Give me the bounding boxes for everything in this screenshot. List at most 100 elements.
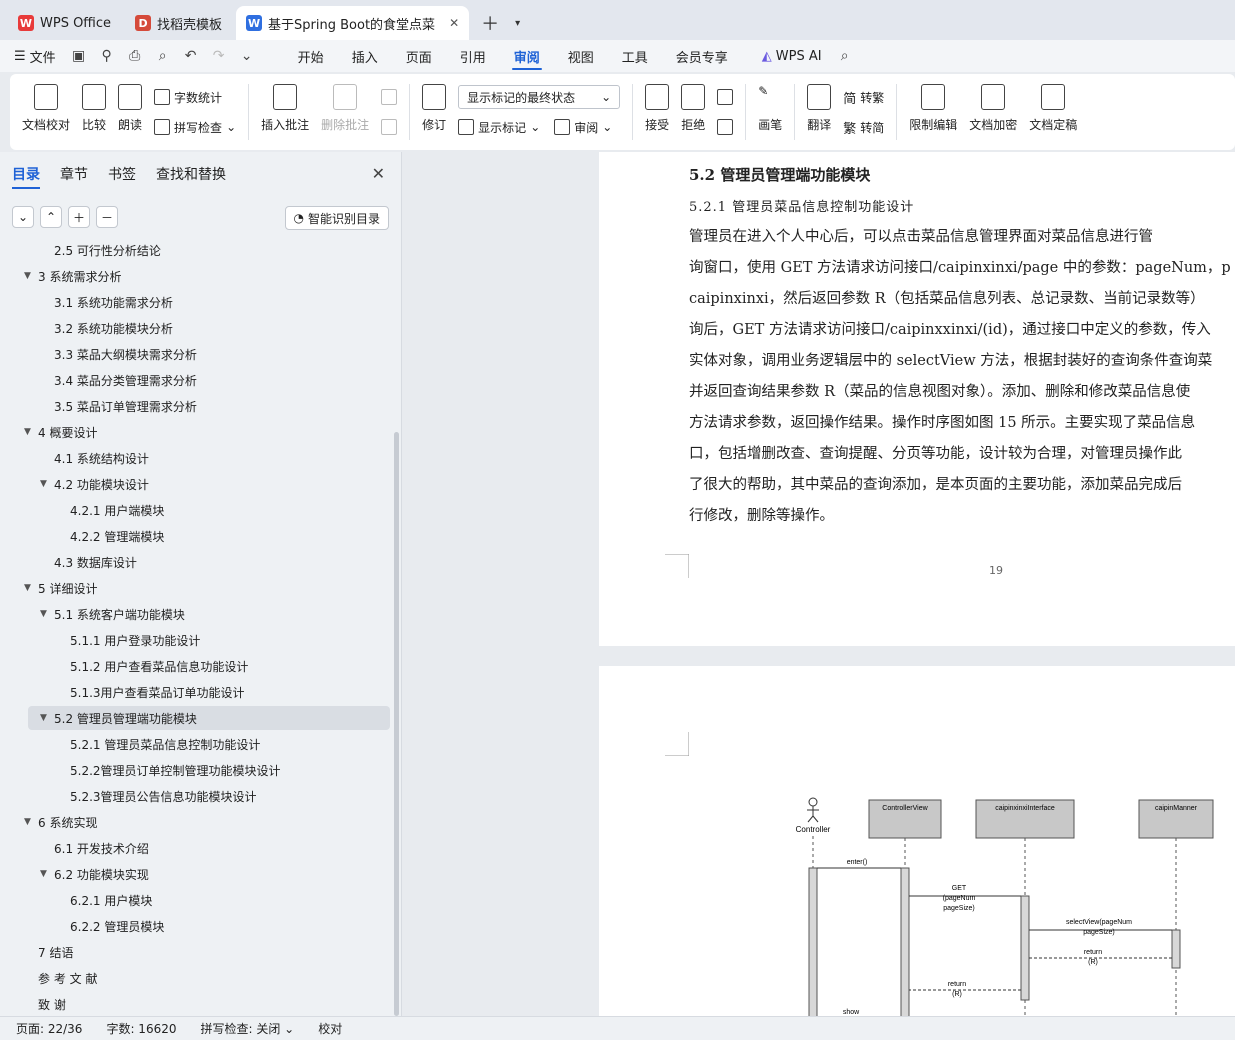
new-tab-button[interactable]: ＋ [473,6,507,40]
toc-item[interactable]: ▼ 6 系统实现 [24,810,97,834]
toc-item[interactable]: 3.1 系统功能需求分析 [40,290,173,314]
expand-triangle-icon[interactable]: ▼ [24,271,38,281]
nav-tab-bookmarks[interactable]: 书签 [108,164,136,189]
toc-item[interactable]: 4.1 系统结构设计 [40,446,149,470]
toc-item[interactable]: 5.2.2管理员订单控制管理功能模块设计 [56,758,281,782]
track-changes-button[interactable]: 修订 [416,78,452,146]
toc-item[interactable]: 5.1.3用户查看菜品订单功能设计 [56,680,245,704]
toc-item[interactable]: 3.4 菜品分类管理需求分析 [40,368,197,392]
close-icon[interactable]: ✕ [372,164,385,183]
add-icon[interactable]: ＋ [68,206,90,228]
reject-button[interactable]: 拒绝 [675,78,711,146]
undo-icon[interactable]: ↶ [182,47,200,65]
finalize-button[interactable]: 文档定稿 [1023,78,1083,146]
toc-item[interactable]: 5.2.1 管理员菜品信息控制功能设计 [56,732,260,756]
smart-toc-button[interactable]: ◔ 智能识别目录 [284,206,389,230]
page-indicator[interactable]: 页面: 22/36 [16,1020,82,1037]
toc-item[interactable]: 5.1.2 用户查看菜品信息功能设计 [56,654,248,678]
spell-check-status[interactable]: 拼写检查: 关闭 ⌄ [201,1020,295,1037]
file-menu[interactable]: ☰ 文件 [14,47,56,66]
to-traditional-button[interactable]: 简转繁 [843,84,884,110]
tab-review[interactable]: 审阅 [500,40,554,72]
toc-item[interactable]: 5.1.1 用户登录功能设计 [56,628,200,652]
restrict-edit-button[interactable]: 限制编辑 [903,78,963,146]
encrypt-button[interactable]: 文档加密 [963,78,1023,146]
tab-member[interactable]: 会员专享 [662,40,742,72]
tab-tools[interactable]: 工具 [608,40,662,72]
toc-item[interactable]: 6.2.1 用户模块 [56,888,152,912]
toc-item[interactable]: ▼ 5 详细设计 [24,576,97,600]
tab-view[interactable]: 视图 [554,40,608,72]
chevron-down-icon[interactable]: ▾ [507,6,528,40]
toc-item[interactable]: 4.2.1 用户端模块 [56,498,164,522]
to-simplified-button[interactable]: 繁转简 [843,114,884,140]
next-comment-button[interactable] [381,114,398,140]
tab-home[interactable]: 开始 [284,40,338,72]
toc-item[interactable]: 2.5 可行性分析结论 [40,240,161,262]
tab-docer[interactable]: D 找稻壳模板 [125,6,232,40]
toc-item[interactable]: ▼ 3 系统需求分析 [24,264,121,288]
translate-button[interactable]: 翻译 [801,78,837,146]
expand-down-icon[interactable]: ⌄ [12,206,34,228]
expand-triangle-icon[interactable]: ▼ [24,583,38,593]
insert-comment-button[interactable]: 插入批注 [255,78,315,146]
search-icon[interactable]: ⌕ [836,47,854,65]
close-icon[interactable]: ✕ [449,16,459,30]
toc-item[interactable]: ▼ 5.1 系统客户端功能模块 [40,602,185,626]
toc-item[interactable]: 4.2.2 管理端模块 [56,524,164,548]
prev-comment-button[interactable] [381,84,398,110]
expand-triangle-icon[interactable]: ▼ [24,817,38,827]
document-area[interactable]: ⁝⁝ 5.2 管理员管理端功能模块 5.2.1 管理员菜品信息控制功能设计 管理… [403,152,1235,1016]
toc-item[interactable]: 7 结语 [24,940,73,964]
remove-icon[interactable]: － [96,206,118,228]
word-count[interactable]: 字数: 16620 [106,1020,176,1037]
collapse-up-icon[interactable]: ⌃ [40,206,62,228]
show-markup-button[interactable]: 显示标记 ⌄ [458,119,540,136]
toc-item[interactable]: 参 考 文 献 [24,966,97,990]
markup-state-select[interactable]: 显示标记的最终状态 ⌄ [458,85,621,109]
expand-triangle-icon[interactable]: ▼ [40,609,54,619]
toc-item[interactable]: 5.2.3管理员公告信息功能模块设计 [56,784,257,808]
read-aloud-button[interactable]: 朗读 [112,78,148,146]
toc-item[interactable]: 3.2 系统功能模块分析 [40,316,173,340]
toc-scrollbar[interactable] [394,432,399,1016]
spell-check-button[interactable]: 拼写检查 ⌄ [154,114,236,140]
save-icon[interactable]: ▣ [70,47,88,65]
toc-item[interactable]: 6.2.2 管理员模块 [56,914,164,938]
toc-item[interactable]: 3.5 菜品订单管理需求分析 [40,394,197,418]
pen-button[interactable]: ✎ 画笔 [752,78,788,146]
delete-comment-button[interactable]: 删除批注 [315,78,375,146]
toc-item[interactable]: ▼ 5.2 管理员管理端功能模块 [40,706,197,730]
expand-triangle-icon[interactable]: ▼ [40,479,54,489]
more-chevron-icon[interactable]: ⌄ [238,47,256,65]
accept-button[interactable]: 接受 [639,78,675,146]
expand-triangle-icon[interactable]: ▼ [40,869,54,879]
compare-button[interactable]: 比较 [76,78,112,146]
prev-change-button[interactable] [717,84,734,110]
tab-document[interactable]: W 基于Spring Boot的食堂点菜 ✕ [236,6,470,40]
nav-tab-toc[interactable]: 目录 [12,164,40,189]
tab-page[interactable]: 页面 [392,40,446,72]
tab-insert[interactable]: 插入 [338,40,392,72]
proofread-status[interactable]: 校对 [318,1020,342,1037]
nav-tab-find-replace[interactable]: 查找和替换 [156,164,226,189]
toc-item[interactable]: ▼ 4.2 功能模块设计 [40,472,149,496]
expand-triangle-icon[interactable]: ▼ [24,427,38,437]
wps-ai-button[interactable]: ◭ WPS AI [762,49,822,64]
tab-references[interactable]: 引用 [446,40,500,72]
share-icon[interactable]: ⚲ [98,47,116,65]
review-pane-button[interactable]: 审阅 ⌄ [554,119,612,136]
tab-wps-office[interactable]: W WPS Office [8,6,121,40]
doc-check-button[interactable]: 文档校对 [16,78,76,146]
word-count-button[interactable]: 字数统计 [154,84,236,110]
toc-item[interactable]: 4.3 数据库设计 [40,550,137,574]
toc-item[interactable]: ▼ 6.2 功能模块实现 [40,862,149,886]
print-icon[interactable]: ⎙ [126,47,144,65]
print-preview-icon[interactable]: ⌕ [154,47,172,65]
next-change-button[interactable] [717,114,734,140]
toc-item[interactable]: 致 谢 [24,992,66,1016]
toc-item[interactable]: ▼ 4 概要设计 [24,420,97,444]
nav-tab-chapters[interactable]: 章节 [60,164,88,189]
expand-triangle-icon[interactable]: ▼ [40,713,54,723]
toc-item[interactable]: 6.1 开发技术介绍 [40,836,149,860]
